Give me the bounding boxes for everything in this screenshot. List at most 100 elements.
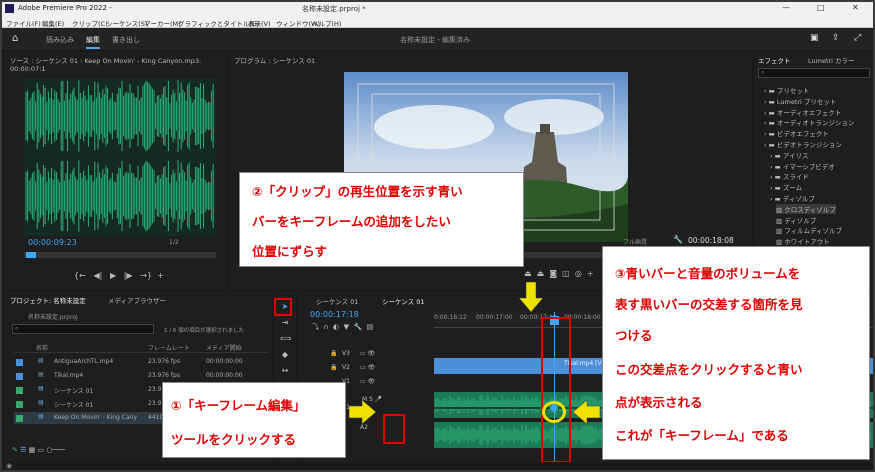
source-fit[interactable]: 1/2: [169, 239, 179, 246]
restore-button[interactable]: □: [817, 3, 825, 12]
effects-item[interactable]: › ▬ ビデオトランジション: [764, 139, 842, 149]
menu-view[interactable]: 表示(V): [248, 18, 271, 28]
effects-item[interactable]: › ▬ スライド: [770, 171, 809, 181]
project-row[interactable]: ▤ Tikal.mp4 23.976 fps 00:00:00:00: [14, 370, 269, 382]
tab-effects[interactable]: エフェクト: [758, 55, 791, 65]
effects-item[interactable]: › ▬ オーディオエフェクト: [764, 107, 841, 117]
effects-item[interactable]: › ▬ Lumetri プリセット: [764, 96, 836, 106]
minimize-button[interactable]: —: [782, 3, 790, 12]
timeline-timecode[interactable]: 00:00:17:18: [310, 310, 359, 319]
camera-icon[interactable]: ◙: [549, 269, 557, 278]
track-lock-icon[interactable]: 🔒: [330, 350, 337, 357]
add-icon[interactable]: +: [587, 269, 594, 278]
share-icon[interactable]: ⇪: [832, 33, 840, 43]
tab-lumetri[interactable]: Lumetri カラー: [808, 55, 855, 65]
fullscreen-icon[interactable]: ⤢: [854, 33, 861, 43]
source-timecode[interactable]: 00:00:09:23: [28, 238, 77, 247]
effects-item-label: Lumetri プリセット: [776, 97, 837, 106]
insert-icon[interactable]: +: [157, 271, 164, 280]
col-framerate[interactable]: フレームレート: [148, 343, 190, 352]
snap-icon[interactable]: ∩: [323, 323, 328, 331]
icon-view-icon[interactable]: ▦: [29, 446, 36, 454]
nest-icon[interactable]: ⤵: [312, 323, 319, 331]
label-color-swatch[interactable]: [16, 401, 23, 408]
effects-item[interactable]: ▨ ディゾルブ: [776, 215, 816, 225]
tab-export[interactable]: 書き出し: [112, 35, 140, 45]
track-select-tool-icon[interactable]: ⇥: [280, 318, 290, 328]
label-color-swatch[interactable]: [16, 373, 23, 380]
tab-sequence-b[interactable]: シーケンス 01: [382, 296, 425, 306]
close-button[interactable]: ✕: [852, 3, 859, 12]
tab-sequence-a[interactable]: シーケンス 01: [316, 296, 359, 306]
ripple-edit-tool-icon[interactable]: ⟺: [280, 334, 291, 344]
effects-item[interactable]: ▨ クロスディゾルブ: [776, 203, 836, 214]
project-row[interactable]: ▤ AntiguaArchTL.mp4 23.976 fps 00:00:00:00: [14, 356, 269, 368]
wrench-icon[interactable]: 🔧: [673, 235, 683, 244]
project-columns: 名前 フレームレート メディア開始: [14, 343, 269, 353]
track-mute-icon[interactable]: M S 🎤: [362, 396, 382, 403]
source-playhead[interactable]: [26, 252, 36, 258]
folder-icon: › ▬: [764, 87, 777, 95]
ruler-mark: 0:00:16:12: [434, 314, 467, 321]
step-back-icon[interactable]: ◀|: [93, 271, 102, 280]
effects-item[interactable]: › ▬ ズーム: [770, 182, 802, 192]
folder-icon: › ▬: [770, 151, 783, 160]
source-transport: {← ◀| ▶ |▶ →} +: [74, 271, 194, 280]
track-a2[interactable]: A2: [360, 424, 368, 431]
effects-item[interactable]: › ▬ ビデオエフェクト: [764, 128, 829, 138]
effects-item[interactable]: › ▬ アイリス: [770, 150, 809, 160]
effects-search-input[interactable]: ⌕: [758, 68, 870, 78]
marker-icon[interactable]: ▼: [344, 323, 349, 331]
col-name[interactable]: 名前: [36, 343, 48, 352]
workspace-icon[interactable]: ▣: [810, 33, 819, 43]
step-forward-icon[interactable]: |▶: [124, 271, 133, 280]
track-v2[interactable]: V2: [342, 364, 350, 371]
tab-import[interactable]: 読み込み: [46, 35, 74, 45]
track-lock-icon[interactable]: 🔒: [330, 364, 337, 371]
project-search-input[interactable]: ⌕: [12, 324, 154, 334]
effects-item[interactable]: › ▬ イマーシブビデオ: [770, 161, 835, 171]
menu-edit[interactable]: 編集(E): [42, 18, 64, 28]
pencil-icon[interactable]: ✎: [12, 446, 18, 454]
compare-icon[interactable]: ◫: [562, 269, 570, 278]
track-sync-icon[interactable]: ▭ 👁: [360, 364, 375, 371]
program-fit[interactable]: フル画質: [623, 237, 647, 246]
track-v3[interactable]: V3: [342, 350, 350, 357]
menu-clip[interactable]: クリップ(C): [72, 18, 108, 28]
label-color-swatch[interactable]: [16, 359, 23, 366]
tab-media-browser[interactable]: メディアブラウザー: [108, 295, 166, 305]
captions-icon[interactable]: ▤: [367, 323, 374, 331]
mark-out-icon[interactable]: →}: [140, 271, 152, 280]
lift-icon[interactable]: ⏏: [524, 269, 532, 278]
linked-icon[interactable]: ◐: [333, 323, 339, 331]
tab-edit[interactable]: 編集: [86, 35, 100, 49]
effects-item[interactable]: › ▬ プリセット: [764, 85, 809, 95]
home-icon[interactable]: ⌂: [12, 33, 18, 44]
menu-help[interactable]: ヘルプ(H): [312, 18, 341, 28]
vr-icon[interactable]: ◎: [575, 269, 582, 278]
menu-file[interactable]: ファイル(F): [6, 18, 41, 28]
col-media-start[interactable]: メディア開始: [206, 343, 242, 352]
play-icon[interactable]: ▶: [110, 271, 116, 280]
source-scrubber[interactable]: [24, 252, 216, 258]
slip-tool-icon[interactable]: ↔: [280, 366, 290, 376]
effects-item[interactable]: › ▬ ディゾルブ: [770, 193, 815, 203]
freeform-view-icon[interactable]: ▭: [37, 446, 44, 454]
tab-project[interactable]: プロジェクト: 名称未設定: [10, 295, 86, 305]
effects-item-label: イマーシブビデオ: [782, 162, 835, 171]
label-color-swatch[interactable]: [16, 415, 23, 422]
effects-item[interactable]: › ▬ オーディオトランジション: [764, 117, 854, 127]
zoom-slider-icon[interactable]: ○───: [46, 446, 65, 454]
label-color-swatch[interactable]: [16, 387, 23, 394]
extract-icon[interactable]: ⏏: [537, 269, 545, 278]
track-sync-icon[interactable]: ▭ 👁: [360, 350, 375, 357]
list-view-icon[interactable]: ☰: [20, 446, 26, 454]
menu-sequence[interactable]: シーケンス(S): [106, 18, 147, 28]
settings-wrench-icon[interactable]: 🔧: [353, 323, 362, 331]
menu-marker[interactable]: マーカー(M): [144, 18, 181, 28]
effects-item[interactable]: ▨ フィルムディゾルブ: [776, 225, 842, 235]
effects-item[interactable]: ▨ ホワイトアウト: [776, 236, 830, 246]
razor-tool-icon[interactable]: ◆: [280, 350, 290, 360]
track-sync-icon[interactable]: ▭ 👁: [360, 378, 375, 385]
mark-in-icon[interactable]: {←: [74, 271, 86, 280]
